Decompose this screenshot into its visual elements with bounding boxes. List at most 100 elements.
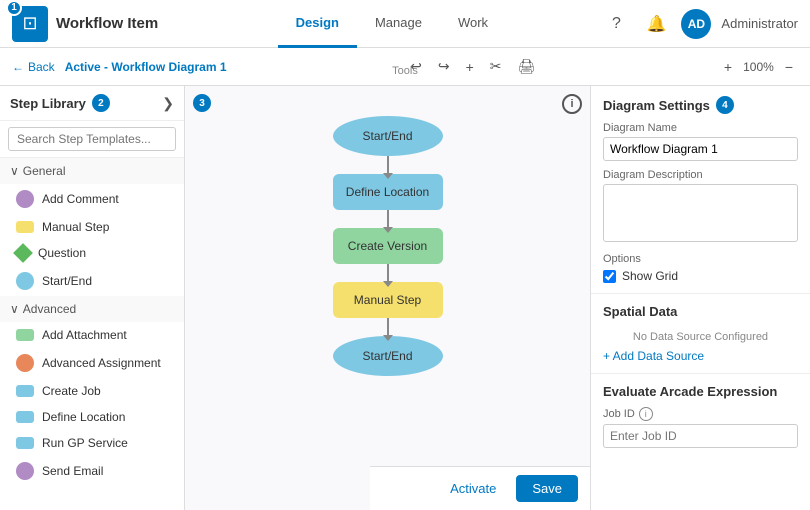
tab-work[interactable]: Work [440,0,506,48]
activate-button[interactable]: Activate [438,475,508,502]
active-workflow-label: Active - Workflow Diagram 1 [65,60,227,74]
step-label: Define Location [42,410,125,424]
sidebar-header: Step Library 2 ❯ [0,86,184,121]
avatar: AD [681,9,711,39]
notification-button[interactable]: 🔔 [641,9,671,39]
sidebar-title: Step Library [10,96,86,111]
list-item[interactable]: Manual Step [0,214,184,240]
chevron-down-icon-adv: ∨ [10,302,19,316]
badge-1: 1 [6,0,22,16]
diagram-desc-textarea[interactable] [603,184,798,242]
flow-node-define-location[interactable]: Define Location [333,174,443,210]
toolbar-center: ↩ ↪ + ✂ 🖨 Tools [227,55,719,78]
list-item[interactable]: Advanced Assignment [0,348,184,378]
flow-node-start-end-1[interactable]: Start/End [333,116,443,156]
diagram-settings-label: Diagram Settings [603,98,710,113]
show-grid-checkbox[interactable] [603,270,616,283]
list-item[interactable]: Start/End [0,266,184,296]
options-label: Options [603,253,798,265]
zoom-in-button[interactable]: + [461,56,479,78]
show-grid-row: Show Grid [603,269,798,283]
step-icon-run-gp-service [16,437,34,449]
step-label: Advanced Assignment [42,356,161,370]
sidebar: Step Library 2 ❯ ∨ General Add Comment M… [0,86,185,510]
nav-tabs: Design Manage Work [278,0,506,48]
logo-area: ⊡ 1 Workflow Item [12,6,158,42]
save-button[interactable]: Save [516,475,578,502]
job-id-input[interactable] [603,424,798,448]
job-id-label: Job ID i [603,407,798,421]
zoom-out-btn[interactable]: − [780,56,798,78]
back-button[interactable]: ← Back [12,60,55,74]
help-button[interactable]: ? [601,9,631,39]
add-data-source-button[interactable]: + Add Data Source [603,349,704,363]
section-general-label: General [23,164,66,178]
flow-node-manual-step[interactable]: Manual Step [333,282,443,318]
toolbar-right: + 100% − [719,56,798,78]
section-advanced[interactable]: ∨ Advanced [0,296,184,322]
tab-manage[interactable]: Manage [357,0,440,48]
info-icon[interactable]: i [562,94,582,114]
print-button[interactable]: 🖨 [513,55,541,78]
step-label: Create Job [42,384,101,398]
top-nav: ⊡ 1 Workflow Item Design Manage Work ? 🔔… [0,0,810,48]
diagram-settings-title: Diagram Settings 4 [603,96,798,114]
step-label: Add Attachment [42,328,127,342]
step-label: Question [38,246,86,260]
search-box [0,121,184,158]
list-item[interactable]: Run GP Service [0,430,184,456]
app-title: Workflow Item [56,15,158,32]
search-input[interactable] [8,127,176,151]
logo-icon: ⊡ [22,13,37,34]
step-label: Add Comment [42,192,119,206]
job-id-text: Job ID [603,408,635,420]
step-icon-start-end [16,272,34,290]
step-icon-create-job [16,385,34,397]
step-icon-add-attachment [16,329,34,341]
tools-label: Tools [392,65,418,77]
job-id-info-icon[interactable]: i [639,407,653,421]
list-item[interactable]: Send Email [0,456,184,486]
list-item[interactable]: Create Job [0,378,184,404]
step-icon-question [13,243,33,263]
badge-4: 4 [716,96,734,114]
sidebar-content: ∨ General Add Comment Manual Step Questi… [0,158,184,510]
back-arrow-icon: ← [12,60,24,74]
arcade-title: Evaluate Arcade Expression [603,384,798,399]
step-label: Start/End [42,274,92,288]
redo-button[interactable]: ↪ [433,55,455,78]
cut-button[interactable]: ✂ [485,55,507,78]
arcade-section: Evaluate Arcade Expression Job ID i [591,374,810,466]
nav-right: ? 🔔 AD Administrator [601,9,798,39]
app-logo: ⊡ 1 [12,6,48,42]
sidebar-title-area: Step Library 2 [10,94,110,112]
back-label: Back [28,60,55,74]
step-icon-send-email [16,462,34,480]
zoom-in-btn[interactable]: + [719,56,737,78]
step-icon-add-comment [16,190,34,208]
canvas-area[interactable]: 3 i Start/End Define Location Create Ver… [185,86,590,510]
list-item[interactable]: Add Comment [0,184,184,214]
flow-node-create-version[interactable]: Create Version [333,228,443,264]
diagram-name-label: Diagram Name [603,122,798,134]
diagram-name-input[interactable] [603,137,798,161]
toolbar-left: ← Back Active - Workflow Diagram 1 [12,60,227,74]
diagram-settings-section: Diagram Settings 4 Diagram Name Diagram … [591,86,810,294]
section-general[interactable]: ∨ General [0,158,184,184]
arrow-4 [387,318,389,336]
step-label: Run GP Service [42,436,128,450]
bottom-bar: Activate Save [370,466,590,510]
collapse-sidebar-button[interactable]: ❯ [162,95,174,112]
step-icon-advanced-assignment [16,354,34,372]
tab-design[interactable]: Design [278,0,357,48]
right-panel: Diagram Settings 4 Diagram Name Diagram … [590,86,810,510]
chevron-down-icon: ∨ [10,164,19,178]
list-item[interactable]: Question [0,240,184,266]
list-item[interactable]: Define Location [0,404,184,430]
flow-node-start-end-2[interactable]: Start/End [333,336,443,376]
step-label: Manual Step [42,220,109,234]
list-item[interactable]: Add Attachment [0,322,184,348]
spatial-data-section: Spatial Data No Data Source Configured +… [591,294,810,374]
zoom-level: 100% [743,60,774,74]
arrow-3 [387,264,389,282]
